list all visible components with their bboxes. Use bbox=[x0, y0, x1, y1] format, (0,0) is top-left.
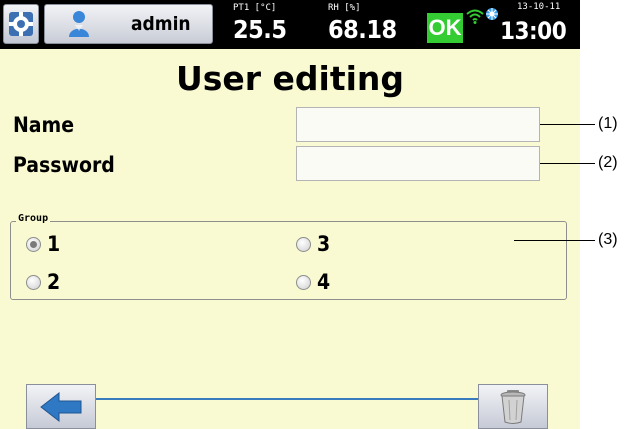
user-icon bbox=[69, 11, 89, 37]
radio-selected-dot bbox=[30, 240, 37, 248]
group-radio-1[interactable]: 1 bbox=[26, 232, 60, 256]
group-radio-4-label: 4 bbox=[317, 270, 331, 294]
back-button[interactable] bbox=[26, 384, 96, 429]
username: admin bbox=[131, 13, 191, 35]
radio-circle bbox=[26, 274, 41, 290]
time-display: 13:00 bbox=[500, 17, 567, 45]
current-user-button[interactable]: admin bbox=[44, 4, 213, 44]
status-badge: OK bbox=[427, 13, 463, 43]
sensor-rh-label: RH [%] bbox=[328, 3, 361, 13]
sensor-pt1-label: PT1 [°C] bbox=[233, 3, 277, 13]
group-radio-2-label: 2 bbox=[47, 270, 61, 294]
group-legend: Group bbox=[16, 213, 51, 224]
callout-1: (1) bbox=[598, 115, 618, 132]
password-label: Password bbox=[13, 153, 115, 177]
sensor-rh-value: 68.18 bbox=[328, 15, 397, 44]
settings-button[interactable] bbox=[3, 4, 39, 44]
page-title: User editing bbox=[175, 59, 405, 98]
group-radio-1-label: 1 bbox=[47, 232, 61, 256]
group-radio-4[interactable]: 4 bbox=[296, 270, 330, 294]
back-arrow-icon bbox=[40, 391, 82, 422]
delete-button[interactable] bbox=[478, 384, 548, 429]
network-icon bbox=[486, 8, 498, 20]
callout-line-1 bbox=[540, 124, 595, 125]
sensor-pt1-value: 25.5 bbox=[233, 15, 287, 44]
radio-circle bbox=[296, 274, 311, 290]
callout-line-2 bbox=[540, 163, 595, 164]
wifi-icon bbox=[466, 9, 484, 24]
callout-line-3 bbox=[514, 240, 595, 241]
password-input[interactable] bbox=[296, 146, 540, 181]
group-radio-3[interactable]: 3 bbox=[296, 232, 330, 256]
callout-2: (2) bbox=[598, 154, 618, 171]
bottom-divider bbox=[96, 398, 478, 400]
radio-circle bbox=[26, 236, 41, 252]
name-label: Name bbox=[13, 113, 75, 137]
radio-circle bbox=[296, 236, 311, 252]
trash-icon bbox=[500, 389, 526, 424]
date-display: 13-10-11 bbox=[517, 2, 561, 12]
callout-3: (3) bbox=[598, 231, 618, 248]
settings-icon bbox=[9, 12, 33, 36]
group-radio-2[interactable]: 2 bbox=[26, 270, 60, 294]
status-bar: admin PT1 [°C] 25.5 RH [%] 68.18 OK 13-1… bbox=[0, 0, 580, 49]
group-box bbox=[10, 221, 567, 300]
group-radio-3-label: 3 bbox=[317, 232, 331, 256]
device-screen: admin PT1 [°C] 25.5 RH [%] 68.18 OK 13-1… bbox=[0, 0, 580, 429]
name-input[interactable] bbox=[296, 107, 540, 142]
